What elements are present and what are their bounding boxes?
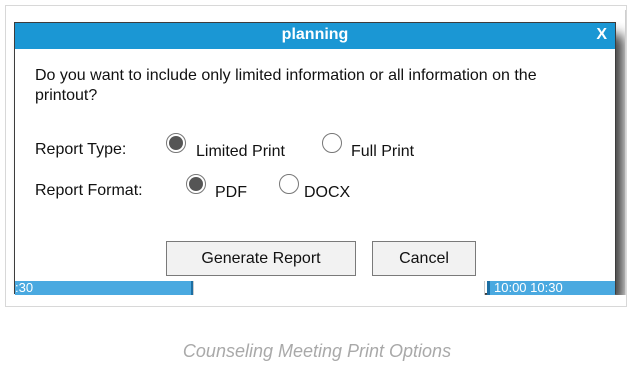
calendar-time-slot-right: 10:00 10:30 (487, 281, 615, 295)
calendar-time-slot-left: :30 (15, 281, 193, 295)
close-button[interactable]: X (596, 26, 607, 44)
report-format-row: Report Format: PDF DOCX (35, 174, 350, 201)
radio-docx[interactable] (279, 174, 301, 196)
dialog-titlebar: planning X (15, 23, 615, 49)
dialog-question: Do you want to include only limited info… (35, 67, 537, 104)
limited-print-label[interactable]: Limited Print (196, 143, 285, 161)
figure-caption: Counseling Meeting Print Options (182, 341, 452, 361)
report-format-label: Report Format: (35, 182, 143, 199)
report-type-label: Report Type: (35, 141, 127, 158)
screenshot-area: planning X Do you want to include only l… (10, 10, 626, 295)
radio-full-print[interactable] (322, 133, 344, 155)
report-type-row: Report Type: Limited Print Full Print (35, 133, 414, 160)
radio-checked-icon (166, 133, 186, 153)
calendar-time-right: 10:00 10:30 (494, 280, 563, 295)
cancel-button[interactable]: Cancel (372, 241, 476, 276)
radio-limited-print[interactable] (166, 133, 188, 155)
radio-checked-icon (186, 174, 206, 194)
calendar-time-left: :30 (15, 281, 34, 295)
docx-label[interactable]: DOCX (304, 184, 350, 202)
radio-unchecked-icon (322, 133, 342, 153)
dialog-title: planning (281, 26, 349, 43)
calendar-empty-slot (193, 281, 485, 295)
generate-report-button[interactable]: Generate Report (166, 241, 356, 276)
radio-pdf[interactable] (186, 174, 208, 196)
full-print-label[interactable]: Full Print (351, 143, 414, 161)
pdf-label[interactable]: PDF (215, 184, 247, 202)
radio-unchecked-icon (279, 174, 299, 194)
print-options-dialog: planning X Do you want to include only l… (14, 22, 616, 295)
